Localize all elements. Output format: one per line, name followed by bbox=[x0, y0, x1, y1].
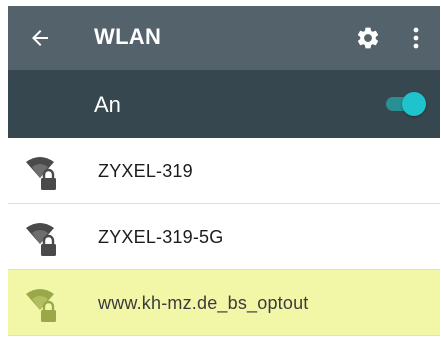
network-ssid: ZYXEL-319 bbox=[98, 161, 193, 181]
wlan-settings-screen: WLAN An ZYXEL-319 ZYXEL-319-5G www.kh-mz… bbox=[8, 6, 440, 340]
network-item[interactable]: ZYXEL-319 bbox=[8, 138, 440, 204]
wlan-toggle-label: An bbox=[94, 92, 121, 117]
wlan-switch[interactable] bbox=[384, 92, 426, 116]
network-item[interactable]: ZYXEL-319-5G bbox=[8, 204, 440, 270]
arrow-left-icon bbox=[32, 30, 48, 46]
page-title: WLAN bbox=[94, 24, 162, 49]
network-item-highlighted[interactable]: www.kh-mz.de_bs_optout bbox=[8, 270, 440, 336]
more-vert-icon bbox=[413, 27, 419, 49]
wifi-lock-icon bbox=[26, 289, 56, 322]
wifi-lock-icon bbox=[26, 223, 56, 256]
more-options-button[interactable] bbox=[402, 18, 430, 58]
switch-thumb bbox=[402, 92, 426, 116]
network-ssid: ZYXEL-319-5G bbox=[98, 227, 224, 247]
settings-button[interactable] bbox=[348, 18, 388, 58]
app-bar: WLAN bbox=[8, 6, 440, 70]
back-button[interactable] bbox=[20, 18, 60, 58]
wlan-toggle-row[interactable]: An bbox=[8, 70, 440, 138]
network-ssid: www.kh-mz.de_bs_optout bbox=[98, 293, 309, 313]
network-list: ZYXEL-319 ZYXEL-319-5G www.kh-mz.de_bs_o… bbox=[8, 138, 440, 336]
wifi-lock-icon bbox=[26, 157, 56, 190]
gear-icon bbox=[357, 27, 379, 49]
